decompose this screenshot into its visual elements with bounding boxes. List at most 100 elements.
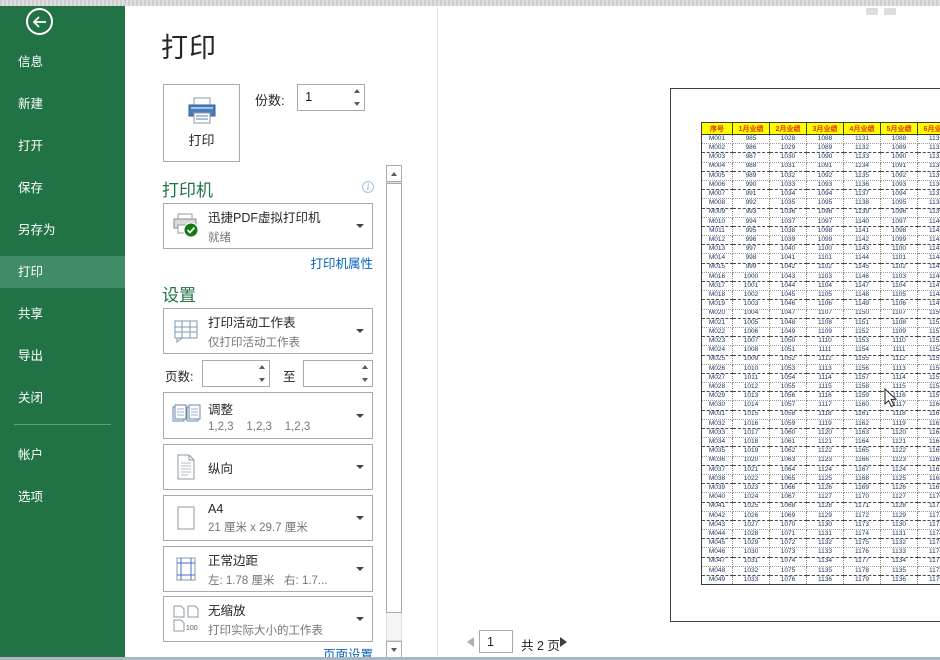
chevron-down-icon xyxy=(356,567,372,571)
sidebar-item-info[interactable]: 信息 xyxy=(0,46,125,78)
copies-value[interactable]: 1 xyxy=(298,85,349,110)
table-row: M048103210751135117811351178 xyxy=(702,566,940,575)
table-cell: 1071 xyxy=(770,530,807,539)
table-cell: 1034 xyxy=(770,190,807,199)
table-cell: 1097 xyxy=(807,217,844,226)
table-cell: 1028 xyxy=(770,135,807,144)
table-row: M020100410471107115011071150 xyxy=(702,309,940,318)
pages-from-decrement-button[interactable] xyxy=(254,374,269,387)
pages-to-stepper[interactable] xyxy=(303,360,373,387)
orientation-dropdown[interactable]: 纵向 xyxy=(163,444,373,490)
sidebar-item-save-as[interactable]: 另存为 xyxy=(0,214,125,246)
sidebar-item-print[interactable]: 打印 xyxy=(0,256,125,288)
print-what-dropdown[interactable]: 打印活动工作表 仅打印活动工作表 xyxy=(163,308,373,354)
paper-size-dropdown[interactable]: A4 21 厘米 x 29.7 厘米 xyxy=(163,495,373,541)
table-cell: 1029 xyxy=(770,144,807,153)
copies-decrement-button[interactable] xyxy=(349,98,364,111)
pages-from-increment-button[interactable] xyxy=(254,361,269,374)
table-cell: 1136 xyxy=(918,180,940,189)
table-cell: 1003 xyxy=(733,300,770,309)
table-cell: M033 xyxy=(702,429,733,438)
table-cell: 1035 xyxy=(770,199,807,208)
table-row: M01299610391099114210991142 xyxy=(702,236,940,245)
paper-size-title: A4 xyxy=(208,502,356,516)
pages-from-value[interactable] xyxy=(203,361,254,386)
table-cell: 1138 xyxy=(844,199,881,208)
pages-from-stepper[interactable] xyxy=(202,360,270,387)
table-cell: 1089 xyxy=(881,144,918,153)
printer-status: 就绪 xyxy=(208,229,356,245)
pages-to-label: 至 xyxy=(283,366,296,385)
copies-stepper[interactable]: 1 xyxy=(297,84,365,111)
pages-label: 页数: xyxy=(165,366,193,385)
table-cell: 1154 xyxy=(844,346,881,355)
table-cell: 1137 xyxy=(918,190,940,199)
table-row: M023100710501110115311101153 xyxy=(702,337,940,346)
table-cell: 1163 xyxy=(918,429,940,438)
collation-dropdown[interactable]: 调整 1,2,3 1,2,3 1,2,3 xyxy=(163,392,373,439)
table-cell: 1172 xyxy=(918,511,940,520)
table-cell: 1009 xyxy=(733,355,770,364)
table-cell: 1149 xyxy=(844,300,881,309)
sidebar-item-save[interactable]: 保存 xyxy=(0,172,125,204)
pages-to-decrement-button[interactable] xyxy=(357,374,372,387)
table-row: M046103010731133117611331176 xyxy=(702,548,940,557)
sidebar-item-close[interactable]: 关闭 xyxy=(0,382,125,414)
table-cell: M025 xyxy=(702,355,733,364)
previous-page-button[interactable] xyxy=(467,637,474,647)
table-cell: 1152 xyxy=(844,327,881,336)
scroll-up-button[interactable] xyxy=(386,165,402,182)
table-cell: 1175 xyxy=(844,539,881,548)
pages-to-increment-button[interactable] xyxy=(357,361,372,374)
sidebar-item-options[interactable]: 选项 xyxy=(0,481,125,513)
margins-dropdown[interactable]: 正常边距 左: 1.78 厘米 右: 1.7... xyxy=(163,546,373,592)
sidebar-item-open[interactable]: 打开 xyxy=(0,130,125,162)
table-cell: 1175 xyxy=(918,539,940,548)
table-cell: 1147 xyxy=(918,282,940,291)
table-cell: 1000 xyxy=(733,272,770,281)
table-cell: 1102 xyxy=(881,263,918,272)
preview-table-head: 序号1月业绩2月业绩3月业绩4月业绩5月业绩6月业绩 xyxy=(702,123,940,135)
table-cell: 1132 xyxy=(807,539,844,548)
printer-dropdown[interactable]: 迅捷PDF虚拟打印机 就绪 xyxy=(163,203,373,249)
sidebar-item-account[interactable]: 帐户 xyxy=(0,439,125,471)
table-cell: 987 xyxy=(733,153,770,162)
pages-to-value[interactable] xyxy=(304,361,357,386)
scrollbar-thumb[interactable] xyxy=(386,183,402,613)
print-button[interactable]: 打印 xyxy=(163,84,240,162)
table-cell: 1095 xyxy=(881,199,918,208)
table-cell: 997 xyxy=(733,245,770,254)
sidebar-item-share[interactable]: 共享 xyxy=(0,298,125,330)
scroll-down-icon xyxy=(391,648,397,652)
table-cell: 1093 xyxy=(881,180,918,189)
settings-scrollbar[interactable] xyxy=(386,165,402,658)
table-row: M00799110341094113710941137 xyxy=(702,190,940,199)
sidebar-item-export[interactable]: 导出 xyxy=(0,340,125,372)
table-cell: 1047 xyxy=(770,309,807,318)
table-cell: 1120 xyxy=(807,429,844,438)
preview-table-header-cell: 2月业绩 xyxy=(770,123,807,135)
portrait-page-icon xyxy=(164,454,208,480)
table-row: M00899210351095113810951138 xyxy=(702,199,940,208)
table-cell: 1062 xyxy=(770,447,807,456)
copies-increment-button[interactable] xyxy=(349,85,364,98)
table-cell: 1164 xyxy=(918,438,940,447)
preview-table-header-cell: 序号 xyxy=(702,123,733,135)
next-page-button[interactable] xyxy=(560,637,567,647)
scaling-dropdown[interactable]: 100 无缩放 打印实际大小的工作表 xyxy=(163,596,373,642)
table-cell: M017 xyxy=(702,282,733,291)
current-page-input[interactable]: 1 xyxy=(479,630,513,653)
back-button[interactable] xyxy=(26,8,53,35)
info-icon[interactable]: i xyxy=(362,181,374,193)
table-cell: 1134 xyxy=(918,162,940,171)
printer-properties-link[interactable]: 打印机属性 xyxy=(310,253,373,272)
table-cell: 1045 xyxy=(770,291,807,300)
mouse-cursor-icon xyxy=(884,388,898,413)
print-preview-page: 序号1月业绩2月业绩3月业绩4月业绩5月业绩6月业绩 M001985102810… xyxy=(670,88,940,622)
table-cell: 1137 xyxy=(844,190,881,199)
table-cell: 1115 xyxy=(807,383,844,392)
scroll-down-button[interactable] xyxy=(386,641,402,658)
sidebar-item-new[interactable]: 新建 xyxy=(0,88,125,120)
table-cell: 1092 xyxy=(881,171,918,180)
table-cell: 1158 xyxy=(918,383,940,392)
